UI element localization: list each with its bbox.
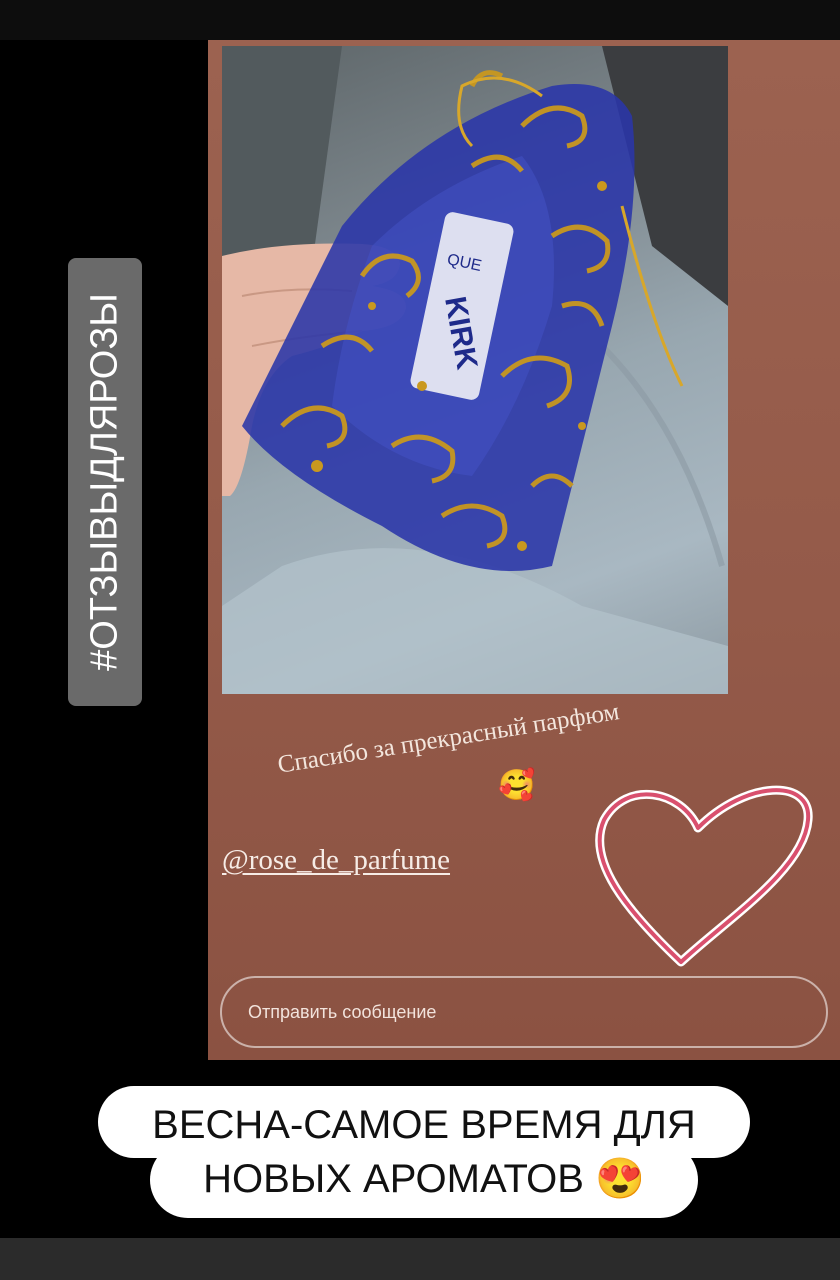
hug-emoji: 🥰: [498, 769, 536, 802]
caption-text: ВЕСНА-САМОЕ ВРЕМЯ ДЛЯ НОВЫХ АРОМАТОВ 😍: [98, 1098, 750, 1206]
story-screenshot: QUE KIRK Спасибо за прекрасный парфюм 🥰 …: [208, 40, 840, 1060]
mention-link[interactable]: @rose_de_parfume: [222, 844, 450, 877]
bottom-bar: [0, 1238, 840, 1280]
heart-eyes-emoji: 😍: [595, 1157, 645, 1201]
caption-line1: ВЕСНА-САМОЕ ВРЕМЯ ДЛЯ: [152, 1103, 696, 1147]
reply-message-input[interactable]: Отправить сообщение: [220, 976, 828, 1048]
caption-line2-wrap: НОВЫХ АРОМАТОВ 😍: [98, 1152, 750, 1206]
hashtag-sticker: #ОТЗЫВЫДЛЯРОЗЫ: [68, 258, 142, 706]
hashtag-text: #ОТЗЫВЫДЛЯРОЗЫ: [83, 293, 126, 671]
story-photo: QUE KIRK: [222, 46, 728, 694]
reply-placeholder: Отправить сообщение: [248, 1002, 437, 1022]
heart-drawing: [595, 785, 813, 967]
caption-line2: НОВЫХ АРОМАТОВ: [203, 1157, 584, 1201]
top-status-bar: [0, 0, 840, 40]
